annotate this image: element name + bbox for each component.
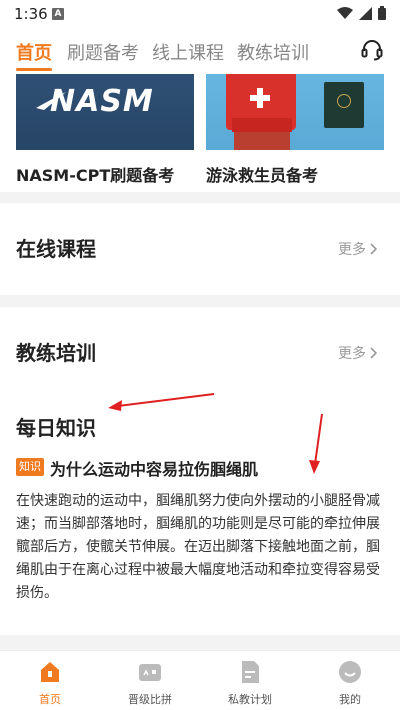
lifeguard-figure — [234, 130, 290, 150]
article-title[interactable]: 为什么运动中容易拉伤腘绳肌 — [50, 456, 258, 480]
more-link[interactable]: 更多 — [338, 239, 378, 259]
tab-coach-training[interactable]: 教练培训 — [237, 39, 309, 65]
active-tab-indicator — [16, 68, 52, 71]
nav-profile[interactable]: 我的 — [310, 659, 390, 707]
chevron-right-icon — [370, 347, 378, 359]
section-title: 教练培训 — [16, 341, 96, 365]
tab-online-courses[interactable]: 线上课程 — [152, 39, 224, 65]
nasm-banner[interactable]: NASM — [16, 74, 194, 150]
battery-icon — [378, 6, 386, 20]
document-icon — [242, 661, 259, 683]
nasm-banner-label[interactable]: NASM-CPT刷题备考 — [16, 162, 174, 186]
chevron-right-icon — [370, 243, 378, 255]
status-icons — [337, 6, 386, 20]
smile-icon — [339, 661, 361, 683]
knowledge-badge: 知识 — [16, 458, 44, 476]
status-time: 1:36 — [14, 5, 48, 23]
daily-knowledge-section: 每日知识 知识 为什么运动中容易拉伤腘绳肌 在快速跑动的运动中，腘绳肌努力使向外… — [0, 390, 400, 635]
nav-home[interactable]: 首页 — [10, 659, 90, 707]
notification-icon: A — [52, 8, 64, 20]
more-label: 更多 — [338, 346, 366, 362]
more-label: 更多 — [338, 242, 366, 258]
nav-promotion[interactable]: 晋级比拼 — [110, 659, 190, 707]
lifeguard-banner-label[interactable]: 游泳救生员备考 — [206, 162, 318, 186]
cross-icon — [250, 88, 270, 108]
gamepad-icon — [139, 664, 161, 681]
tab-home[interactable]: 首页 — [16, 39, 52, 65]
top-tab-bar: 首页 刷题备考 线上课程 教练培训 — [0, 28, 400, 74]
home-icon — [41, 662, 59, 682]
bottom-nav: 首页 晋级比拼 私教计划 我的 — [0, 650, 400, 710]
status-bar: 1:36 A — [0, 0, 400, 28]
coach-training-section: 教练培训 更多 — [0, 307, 400, 399]
article-body[interactable]: 在快速跑动的运动中，腘绳肌努力使向外摆动的小腿胫骨减速；而当脚部落地时，腘绳肌的… — [16, 490, 388, 605]
headset-icon[interactable] — [360, 38, 384, 62]
certificate-image — [324, 82, 364, 128]
section-title: 在线课程 — [16, 237, 96, 261]
banner-section: NASM NASM-CPT刷题备考 游泳救生员备考 — [0, 74, 400, 192]
nasm-logo: NASM — [50, 84, 154, 119]
online-courses-section: 在线课程 更多 — [0, 203, 400, 295]
daily-knowledge-title: 每日知识 — [16, 416, 96, 440]
tab-exam-prep[interactable]: 刷题备考 — [67, 39, 139, 65]
wifi-icon — [337, 6, 353, 19]
nav-training-plan[interactable]: 私教计划 — [210, 659, 290, 707]
lifeguard-banner[interactable] — [206, 74, 384, 150]
more-link[interactable]: 更多 — [338, 343, 378, 363]
signal-icon — [359, 6, 372, 20]
